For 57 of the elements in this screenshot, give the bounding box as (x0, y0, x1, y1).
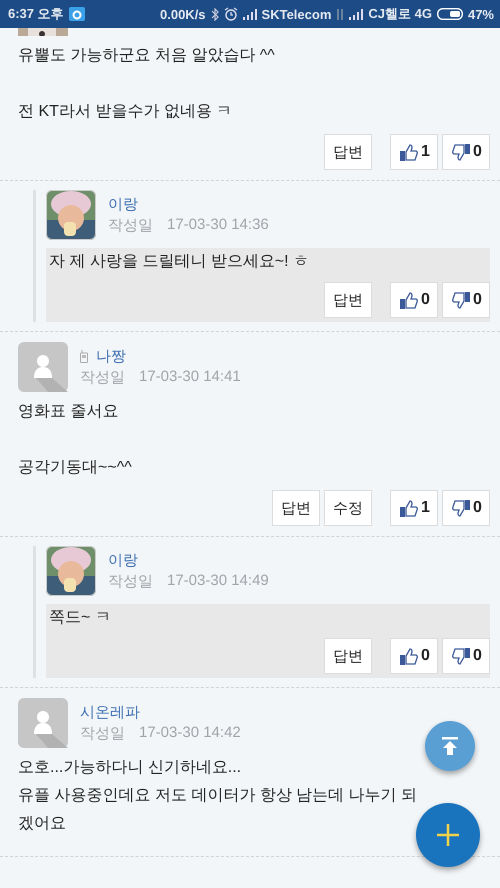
signal-icon (242, 8, 257, 20)
dislike-button[interactable]: 0 (442, 282, 490, 318)
post-date: 17-03-30 14:36 (167, 216, 269, 235)
comment-text: 유뿔도 가능하군요 처음 알았습다 ^^ (18, 46, 275, 66)
thumbs-up-icon (400, 500, 418, 516)
like-button[interactable]: 1 (390, 134, 438, 170)
add-button[interactable] (416, 803, 480, 867)
comment-text: 자 제 사랑을 드릴테니 받으세요~! ㅎ (49, 252, 310, 272)
alarm-icon (224, 7, 238, 21)
author-name[interactable]: 이랑 (108, 551, 138, 570)
network-speed: 0.00K/s (160, 6, 206, 22)
author-name[interactable]: 나짱 (96, 347, 126, 366)
carrier-name: SKTelecom (262, 6, 332, 22)
user-avatar-icon (18, 342, 68, 392)
scroll-top-button[interactable] (425, 721, 475, 771)
action-button[interactable]: 수정 (324, 490, 372, 526)
thumbs-up-icon (400, 292, 418, 308)
scroll-top-icon (442, 737, 458, 755)
thumbs-down-icon (452, 500, 470, 516)
date-label: 작성일 (108, 572, 153, 591)
thumbs-up-icon (400, 648, 418, 664)
comment-text: 쪽드~ ㅋ (49, 608, 111, 628)
dislike-button[interactable]: 0 (442, 134, 490, 170)
thumbs-down-icon (452, 648, 470, 664)
date-label: 작성일 (80, 368, 125, 387)
plus-icon (437, 824, 459, 846)
thumbs-down-icon (452, 144, 470, 160)
thumbs-down-icon (452, 292, 470, 308)
carrier-name: CJ헬로 4G (368, 5, 432, 23)
bluetooth-icon (210, 8, 219, 20)
clock-time: 6:37 오후 (8, 5, 64, 23)
comment-text: 영화표 줄서요 (18, 402, 118, 422)
dislike-button[interactable]: 0 (442, 490, 490, 526)
signal-icon (349, 8, 364, 20)
action-button[interactable]: 답변 (324, 282, 372, 318)
date-label: 작성일 (80, 724, 125, 743)
post-date: 17-03-30 14:42 (139, 724, 241, 743)
like-button[interactable]: 0 (390, 282, 438, 318)
action-button[interactable]: 답변 (324, 134, 372, 170)
dislike-button[interactable]: 0 (442, 638, 490, 674)
post-date: 17-03-30 14:49 (167, 572, 269, 591)
like-button[interactable]: 1 (390, 490, 438, 526)
comment-text: 전 KT라서 받을수가 없네용 ㅋ (18, 102, 232, 122)
date-label: 작성일 (108, 216, 153, 235)
action-button[interactable]: 답변 (272, 490, 320, 526)
author-name[interactable]: 이랑 (108, 195, 138, 214)
like-button[interactable]: 0 (390, 638, 438, 674)
comment-text: 공각기동대~~^^ (18, 458, 132, 478)
battery-icon (436, 8, 463, 20)
post-date: 17-03-30 14:41 (139, 368, 241, 387)
author-name[interactable]: 시온레파 (80, 703, 140, 722)
action-button[interactable]: 답변 (324, 638, 372, 674)
mobile-phone-icon (80, 350, 88, 363)
battery-percent: 47% (468, 6, 494, 22)
comment-text: 오호...가능하다니 신기하네요... 유플 사용중인데요 저도 데이터가 항상 남는데 나누기 되 겠어요 (18, 758, 418, 834)
thumbs-up-icon (400, 144, 418, 160)
user-avatar-icon (18, 698, 68, 748)
